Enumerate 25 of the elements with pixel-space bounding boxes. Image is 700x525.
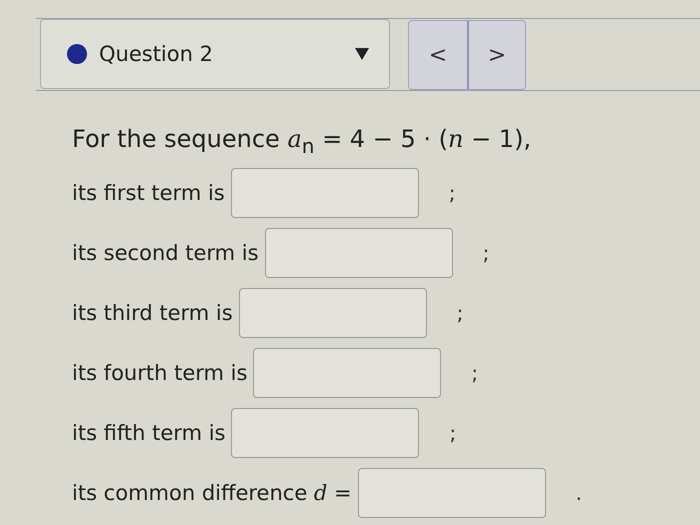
answer-label: its fifth term is <box>72 420 226 445</box>
punctuation: ; <box>471 360 478 385</box>
dropdown-caret-icon <box>355 48 369 60</box>
sequence-prompt: For the sequence a$_{n}$ = 4 − 5 · (n − 1), <box>72 125 532 158</box>
answer-label: its third term is <box>72 300 233 325</box>
status-dot-icon <box>67 44 87 64</box>
answer-label: its common difference d = <box>72 480 352 505</box>
next-button[interactable]: > <box>467 21 525 89</box>
answer-field[interactable] <box>231 408 420 458</box>
question-dropdown[interactable]: Question 2 <box>40 19 390 89</box>
answer-field[interactable] <box>358 468 546 518</box>
answer-field[interactable] <box>230 168 419 218</box>
answer-label: its second term is <box>72 240 259 265</box>
answer-field[interactable] <box>238 288 427 338</box>
previous-button[interactable]: < <box>409 21 467 89</box>
answer-field[interactable] <box>264 228 453 278</box>
punctuation: ; <box>449 420 456 445</box>
question-label: Question 2 <box>99 42 214 66</box>
answer-label: its first term is <box>72 180 225 205</box>
punctuation: ; <box>448 180 456 205</box>
punctuation: ; <box>456 300 464 325</box>
punctuation: ; <box>482 240 490 265</box>
answer-field[interactable] <box>253 348 442 398</box>
answer-label: its fourth term is <box>72 360 248 385</box>
punctuation: . <box>576 480 582 505</box>
